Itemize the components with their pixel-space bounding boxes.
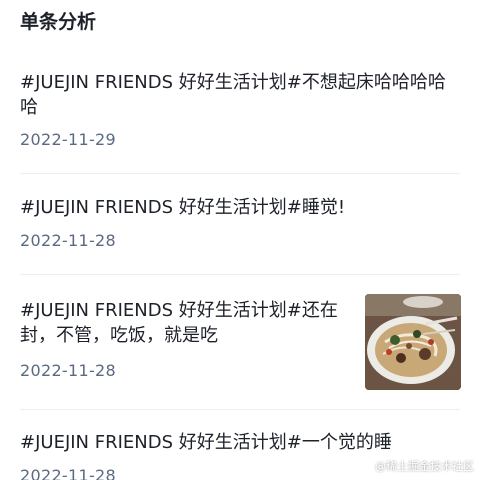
watermark-text: @稀土掘金技术社区 <box>375 460 474 473</box>
divider <box>20 274 460 275</box>
post-item[interactable]: #JUEJIN FRIENDS 好好生活计划#不想起床哈哈哈哈哈 2022-11… <box>20 70 460 160</box>
post-date: 2022-11-28 <box>20 361 116 380</box>
post-thumbnail-food-photo[interactable] <box>365 294 461 390</box>
divider <box>20 409 460 410</box>
post-date: 2022-11-28 <box>20 231 116 250</box>
post-text: #JUEJIN FRIENDS 好好生活计划#睡觉! <box>20 197 346 218</box>
post-item[interactable]: #JUEJIN FRIENDS 好好生活计划#睡觉! 2022-11-28 <box>20 195 460 255</box>
post-date: 2022-11-29 <box>20 130 116 149</box>
post-text: #JUEJIN FRIENDS 好好生活计划#一个觉的睡 <box>20 432 392 453</box>
food-photo-image <box>365 294 461 390</box>
section-title: 单条分析 <box>20 11 97 33</box>
analysis-page: 单条分析 #JUEJIN FRIENDS 好好生活计划#不想起床哈哈哈哈哈 20… <box>0 0 480 480</box>
post-text: #JUEJIN FRIENDS 好好生活计划#不想起床哈哈哈哈哈 <box>20 72 446 118</box>
divider <box>20 173 460 174</box>
post-text: #JUEJIN FRIENDS 好好生活计划#还在封，不管，吃饭，就是吃 <box>20 300 338 346</box>
post-date: 2022-11-28 <box>20 466 116 480</box>
